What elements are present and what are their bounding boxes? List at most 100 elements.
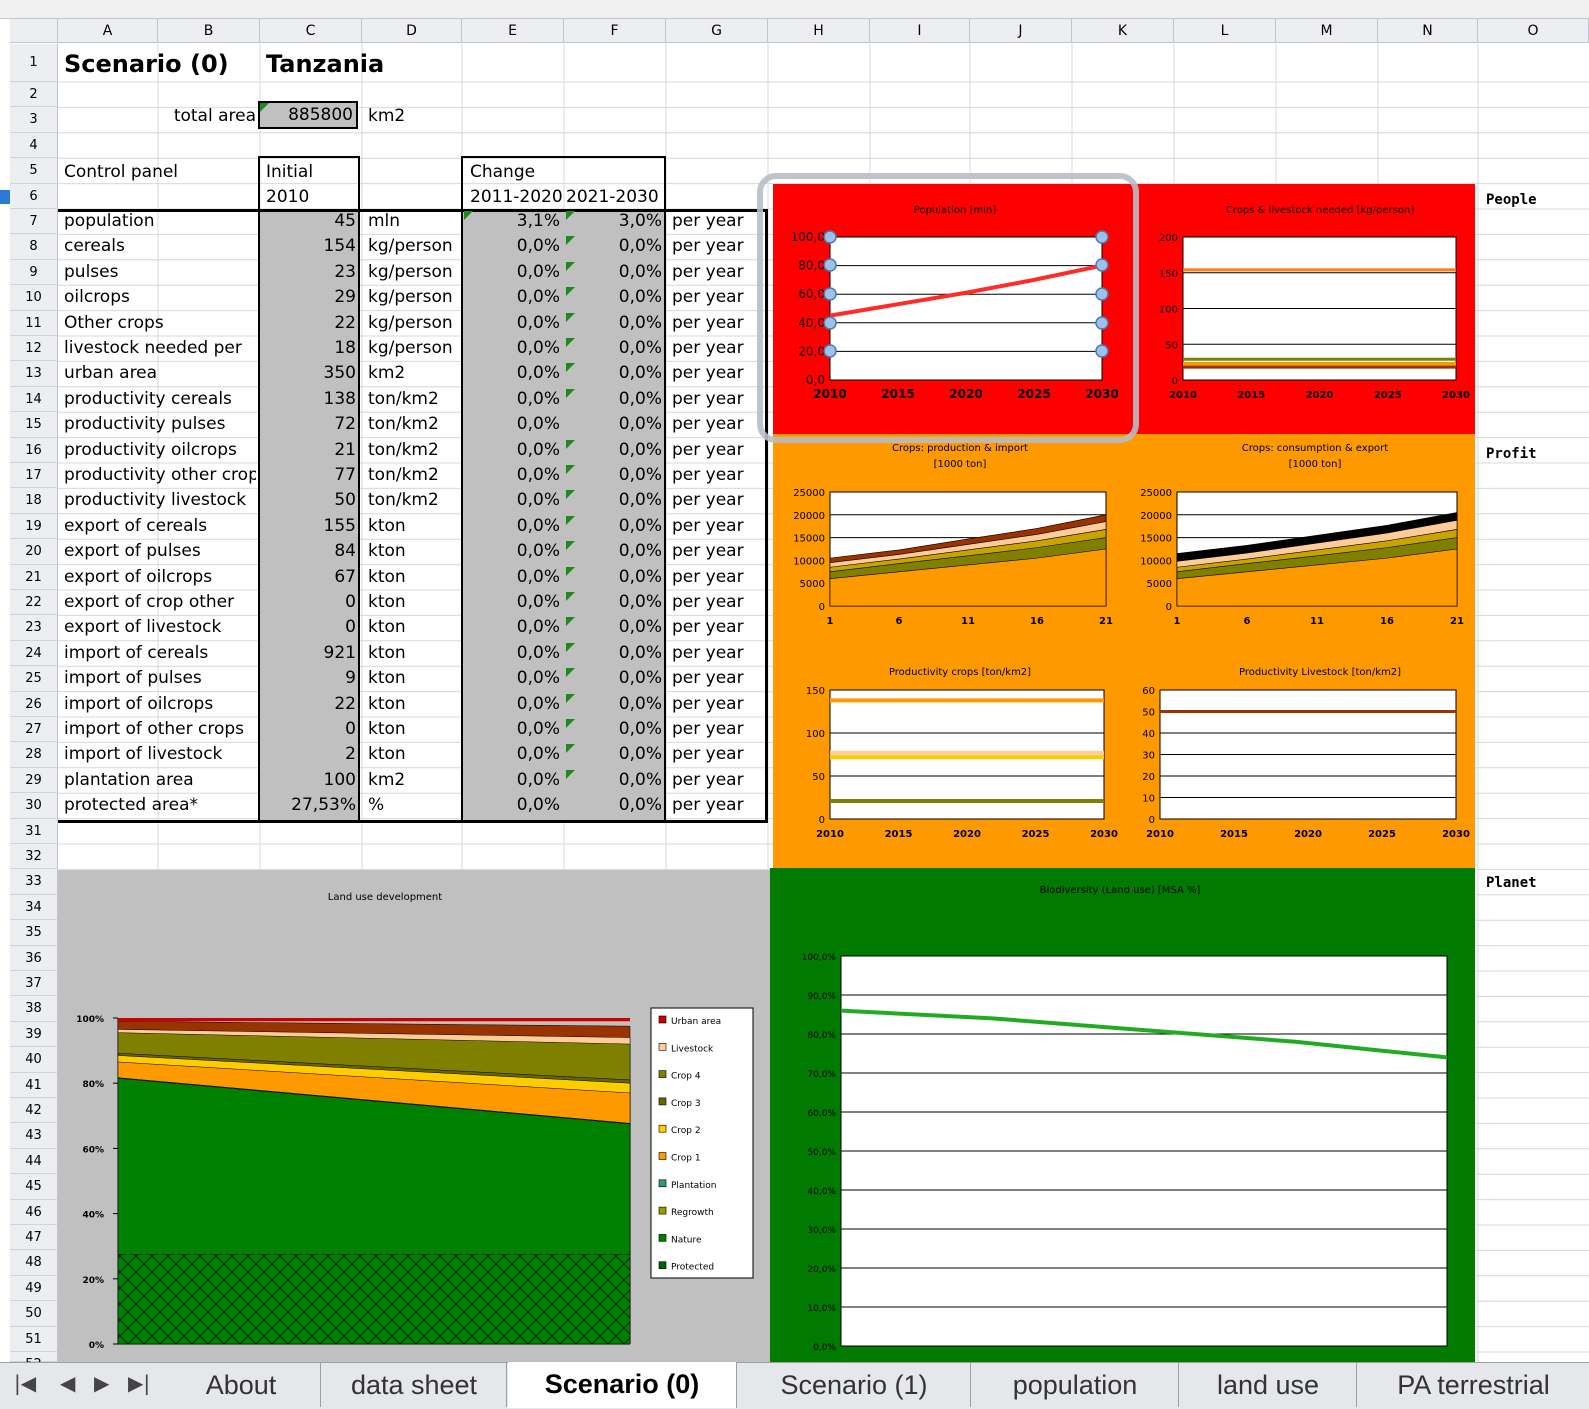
- legend-swatch: [658, 1152, 667, 1160]
- y-tick-label: 0: [1166, 602, 1172, 613]
- x-tick-label: 1: [827, 616, 834, 627]
- sheet-tab[interactable]: Scenario (0): [508, 1362, 737, 1408]
- x-tick-label: 2015: [881, 387, 914, 401]
- x-tick-label: 2020: [953, 829, 981, 840]
- y-tick-label: 20,0: [798, 344, 825, 358]
- y-tick-label: 15000: [793, 534, 825, 545]
- x-tick-label: 2015: [1220, 829, 1248, 840]
- legend-swatch: [658, 1234, 667, 1242]
- legend-label: Crop 4: [671, 1072, 701, 1082]
- resize-handle-icon: [1095, 287, 1109, 301]
- y-tick-label: 0,0: [806, 373, 825, 387]
- y-tick-label: 0: [819, 602, 825, 613]
- x-tick-label: 2030: [1442, 390, 1470, 401]
- x-tick-label: 1: [1174, 616, 1181, 627]
- legend-label: Crop 1: [671, 1154, 701, 1164]
- next-sheet-icon[interactable]: ▶: [94, 1371, 109, 1395]
- sheet-tab[interactable]: About: [162, 1363, 321, 1407]
- resize-handle-icon: [823, 287, 837, 301]
- area-series: [118, 1018, 630, 1022]
- y-tick-label: 10,0%: [807, 1304, 836, 1314]
- resize-handle-icon: [1095, 258, 1109, 272]
- sheet-tab[interactable]: land use: [1180, 1363, 1357, 1407]
- y-tick-label: 80,0: [798, 259, 825, 273]
- y-tick-label: 0: [1172, 376, 1178, 387]
- legend-swatch: [658, 1206, 667, 1215]
- legend-label: Crop 3: [671, 1099, 701, 1109]
- y-tick-label: 50: [1142, 708, 1155, 719]
- legend-label: Urban area: [671, 1017, 721, 1027]
- y-tick-label: 0,0%: [813, 1343, 836, 1353]
- y-tick-label: 10000: [1140, 556, 1172, 567]
- y-tick-label: 40%: [82, 1211, 104, 1221]
- x-tick-label: 2025: [1374, 390, 1402, 401]
- chart-title: Crops & livestock needed [kg/person]: [1226, 205, 1414, 216]
- y-tick-label: 40: [1142, 729, 1155, 740]
- y-tick-label: 50: [1165, 340, 1178, 351]
- x-tick-label: 6: [1244, 616, 1251, 627]
- x-tick-label: 16: [1030, 616, 1044, 627]
- y-tick-label: 60%: [82, 1145, 104, 1155]
- resize-handle-icon: [823, 344, 837, 358]
- resize-handle-icon: [823, 316, 837, 330]
- x-tick-label: 21: [1450, 616, 1464, 627]
- legend-swatch: [658, 1043, 667, 1051]
- sheet-tab-bar: |◀ ◀ ▶ ▶| About data sheet Scenario (0) Sce…: [0, 1362, 1589, 1409]
- area-series: [117, 1254, 631, 1345]
- sheet-tab[interactable]: Scenario (1): [738, 1363, 971, 1407]
- y-tick-label: 100,0: [791, 230, 825, 244]
- y-tick-label: 200: [1159, 233, 1178, 244]
- y-tick-label: 40,0: [798, 316, 825, 330]
- y-tick-label: 60,0%: [807, 1109, 836, 1119]
- x-tick-label: 2020: [1294, 829, 1322, 840]
- y-tick-label: 80%: [82, 1080, 104, 1090]
- y-tick-label: 150: [806, 686, 825, 697]
- x-tick-label: 11: [1310, 616, 1324, 627]
- x-tick-label: 16: [1380, 616, 1394, 627]
- y-tick-label: 10000: [793, 556, 825, 567]
- y-tick-label: 20,0%: [807, 1265, 836, 1275]
- y-tick-label: 60: [1142, 686, 1155, 697]
- x-tick-label: 2010: [1146, 829, 1174, 840]
- y-tick-label: 70,0%: [807, 1070, 836, 1080]
- legend-swatch: [658, 1015, 667, 1024]
- x-tick-label: 2030: [1085, 387, 1118, 401]
- x-tick-label: 2010: [816, 829, 844, 840]
- first-sheet-icon[interactable]: |◀: [14, 1371, 36, 1395]
- y-tick-label: 30: [1142, 751, 1155, 762]
- legend-swatch: [658, 1179, 667, 1188]
- legend-label: Nature: [671, 1235, 702, 1245]
- chart-title: Land use development: [328, 892, 442, 903]
- x-tick-label: 2025: [1022, 829, 1050, 840]
- y-tick-label: 100: [806, 729, 825, 740]
- y-tick-label: 5000: [1147, 579, 1172, 590]
- last-sheet-icon[interactable]: ▶|: [128, 1371, 150, 1395]
- x-tick-label: 2025: [1368, 829, 1396, 840]
- y-tick-label: 0: [819, 815, 825, 826]
- x-tick-label: 2010: [1169, 390, 1197, 401]
- chart-title: Productivity Livestock [ton/km2]: [1239, 667, 1401, 678]
- legend-label: Plantation: [671, 1181, 716, 1191]
- prev-sheet-icon[interactable]: ◀: [60, 1371, 75, 1395]
- x-tick-label: 2015: [885, 829, 913, 840]
- charts-layer: Population [mln]0,020,040,060,080,0100,0…: [76, 173, 1470, 1353]
- x-tick-label: 21: [1099, 616, 1113, 627]
- sheet-tab[interactable]: population: [972, 1363, 1179, 1407]
- y-tick-label: 5000: [800, 579, 825, 590]
- x-tick-label: 6: [896, 616, 903, 627]
- x-tick-label: 2020: [949, 387, 982, 401]
- y-tick-label: 90,0%: [807, 992, 836, 1002]
- y-tick-label: 50: [812, 772, 825, 783]
- resize-handle-icon: [823, 230, 837, 244]
- chart-title: Crops: production & import: [892, 443, 1028, 454]
- resize-handle-icon: [1095, 230, 1109, 244]
- x-tick-label: 2030: [1090, 829, 1118, 840]
- y-tick-label: 80,0%: [807, 1031, 836, 1041]
- y-tick-label: 20: [1142, 772, 1155, 783]
- y-tick-label: 40,0%: [807, 1187, 836, 1197]
- sheet-tab[interactable]: data sheet: [322, 1363, 507, 1407]
- sheet-tab[interactable]: PA terrestrial: [1358, 1363, 1589, 1407]
- y-tick-label: 20000: [1140, 511, 1172, 522]
- x-tick-label: 2015: [1237, 390, 1265, 401]
- y-tick-label: 25000: [793, 488, 825, 499]
